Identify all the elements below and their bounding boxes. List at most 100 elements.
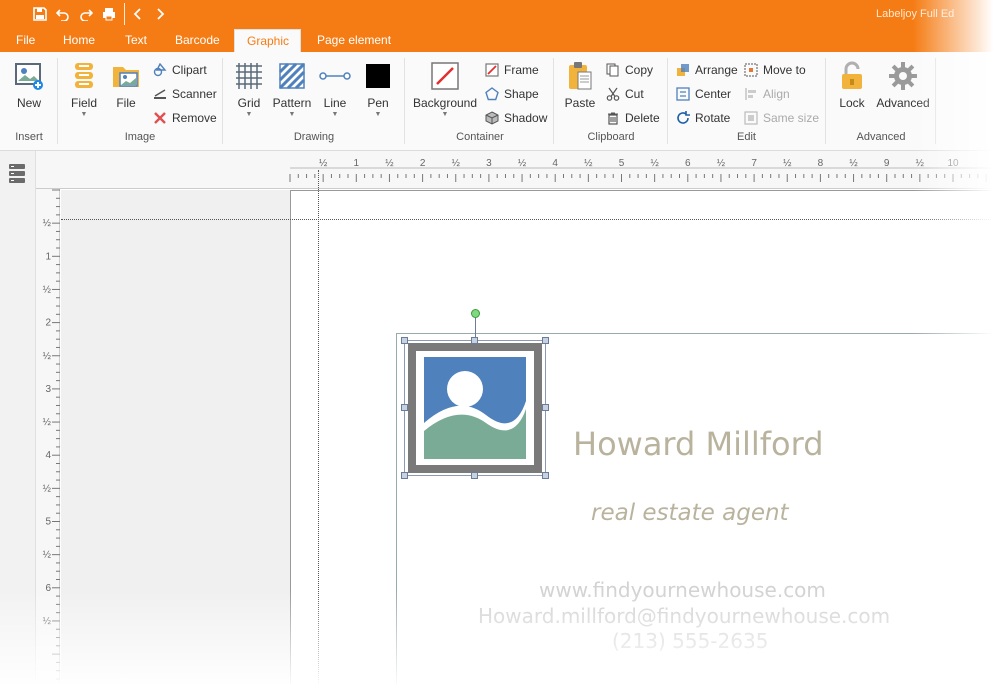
clipart-button[interactable]: Clipart [152, 60, 207, 80]
grid-icon [233, 60, 265, 92]
remove-label: Remove [172, 111, 217, 125]
line-icon [319, 60, 351, 92]
edit-group-label: Edit [737, 131, 756, 143]
horizontal-guide-line[interactable] [61, 219, 993, 220]
ruler-tick-label: ½ [43, 417, 52, 428]
save-icon[interactable] [30, 4, 50, 24]
ruler-tick-label: 7 [751, 158, 757, 169]
ruler-tick-label: 5 [45, 517, 51, 528]
layers-stack-icon[interactable] [8, 163, 26, 183]
image-group-label: Image [124, 131, 156, 143]
shadow-cube-icon [484, 110, 500, 126]
new-image-button[interactable]: New [8, 60, 50, 110]
rotate-icon [675, 110, 691, 126]
frame-button[interactable]: Frame [484, 60, 539, 80]
forward-arrow-icon[interactable] [150, 4, 170, 24]
arrange-button[interactable]: Arrange [675, 60, 738, 80]
resize-handle[interactable] [542, 404, 549, 411]
tab-barcode[interactable]: Barcode [163, 29, 232, 52]
line-label: Line [323, 96, 347, 110]
shadow-button[interactable]: Shadow [484, 108, 547, 128]
dropdown-arrow-icon: ▼ [80, 111, 88, 118]
card-phone-text[interactable]: (213) 555-2635 [612, 629, 768, 653]
center-label: Center [695, 87, 732, 101]
resize-handle[interactable] [471, 472, 478, 479]
tab-file[interactable]: File [4, 29, 47, 52]
same-size-label: Same size [763, 111, 820, 125]
ruler-tick-label: 6 [45, 583, 51, 594]
trash-icon [605, 110, 621, 126]
print-icon[interactable] [99, 4, 119, 24]
resize-handle[interactable] [401, 404, 408, 411]
lock-icon [836, 60, 868, 92]
image-file-button[interactable]: File [108, 60, 144, 110]
ruler-tick-label: 10 [947, 158, 959, 169]
card-website-text[interactable]: www.findyournewhouse.com [539, 578, 826, 602]
card-email-text[interactable]: Howard.millford@findyournewhouse.com [478, 604, 890, 628]
background-button[interactable]: Background ▼ [410, 60, 480, 119]
center-button[interactable]: Center [675, 84, 731, 104]
grid-button[interactable]: Grid ▼ [230, 60, 268, 119]
line-button[interactable]: Line ▼ [316, 60, 354, 119]
group-separator [222, 58, 223, 144]
back-arrow-icon[interactable] [128, 4, 148, 24]
card-role-text[interactable]: real estate agent [591, 500, 789, 526]
ruler-tick-label: 5 [619, 158, 625, 169]
move-to-button[interactable]: Move to [743, 60, 806, 80]
clipboard-group-label: Clipboard [587, 131, 635, 143]
align-button[interactable]: Align [743, 84, 790, 104]
remove-image-button[interactable]: Remove [152, 108, 217, 128]
ruler-tick-label: ½ [43, 616, 52, 627]
field-button[interactable]: Field ▼ [64, 60, 104, 119]
advanced-label: Advanced [876, 96, 930, 110]
ruler-tick-label: 9 [884, 158, 890, 169]
delete-button[interactable]: Delete [605, 108, 660, 128]
move-to-icon [743, 62, 759, 78]
rotation-handle[interactable] [471, 309, 480, 318]
group-separator [667, 58, 668, 144]
frame-icon [484, 62, 500, 78]
gear-icon [887, 60, 919, 92]
left-toolbar [0, 151, 36, 684]
tab-home[interactable]: Home [51, 29, 107, 52]
undo-icon[interactable] [53, 4, 73, 24]
scissors-icon [605, 86, 621, 102]
copy-button[interactable]: Copy [605, 60, 653, 80]
same-size-button[interactable]: Same size [743, 108, 819, 128]
tab-page-element[interactable]: Page element [305, 29, 403, 52]
copy-icon [605, 62, 621, 78]
ruler-tick-label: ½ [717, 158, 726, 169]
quick-access-separator [124, 3, 125, 25]
cut-button[interactable]: Cut [605, 84, 644, 104]
advanced-button[interactable]: Advanced [874, 60, 932, 110]
paste-button[interactable]: Paste [561, 60, 599, 110]
resize-handle[interactable] [542, 337, 549, 344]
file-label: File [116, 96, 136, 110]
ruler-tick-label: ½ [43, 483, 52, 494]
scanner-icon [152, 86, 168, 102]
card-name-text[interactable]: Howard Millford [573, 425, 824, 463]
shape-button[interactable]: Shape [484, 84, 539, 104]
resize-handle[interactable] [401, 472, 408, 479]
lock-button[interactable]: Lock [835, 60, 869, 110]
ruler-tick-label: ½ [849, 158, 858, 169]
vertical-guide-line[interactable] [318, 170, 319, 684]
align-label: Align [763, 87, 790, 101]
pattern-button[interactable]: Pattern ▼ [270, 60, 314, 119]
background-icon [429, 60, 461, 92]
rotate-button[interactable]: Rotate [675, 108, 730, 128]
resize-handle[interactable] [401, 337, 408, 344]
tab-text[interactable]: Text [113, 29, 159, 52]
resize-handle[interactable] [542, 472, 549, 479]
tab-graphic[interactable]: Graphic [234, 29, 301, 52]
paste-label: Paste [564, 96, 596, 110]
pattern-icon [276, 60, 308, 92]
resize-handle[interactable] [471, 337, 478, 344]
pen-button[interactable]: Pen ▼ [360, 60, 396, 119]
scanner-button[interactable]: Scanner [152, 84, 217, 104]
arrange-icon [675, 62, 691, 78]
redo-icon[interactable] [76, 4, 96, 24]
move-to-label: Move to [763, 63, 806, 77]
ruler-tick-label: ½ [319, 158, 328, 169]
ruler-tick-label: ½ [916, 158, 925, 169]
